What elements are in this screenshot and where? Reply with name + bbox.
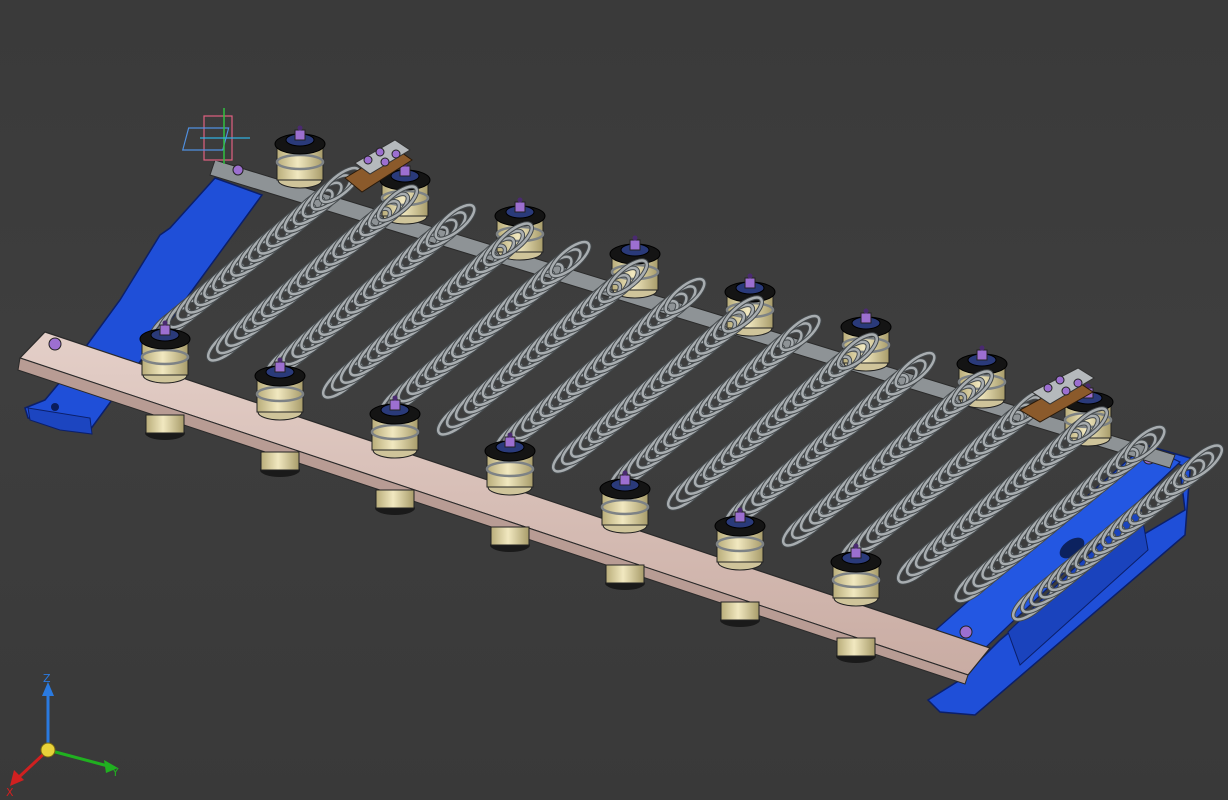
rail-bolt [48, 337, 62, 351]
bolt-icon [976, 349, 988, 361]
front-insulator[interactable] [254, 357, 306, 421]
triad-origin [40, 742, 56, 758]
axis-triad[interactable]: Z Y X [0, 670, 140, 800]
front-insulator[interactable] [830, 543, 882, 607]
lower-standoff [145, 414, 185, 440]
bolt-icon [860, 312, 872, 324]
model-scene[interactable] [0, 0, 1228, 800]
bolt-icon [159, 324, 171, 336]
front-insulator[interactable] [484, 432, 536, 496]
back-insulator[interactable] [274, 125, 326, 189]
y-axis-line [47, 748, 109, 768]
bolt-icon [274, 361, 286, 373]
bolt-icon [629, 239, 641, 251]
bolt-icon [504, 436, 516, 448]
bolt-icon [744, 277, 756, 289]
cad-viewport[interactable]: Z Y X [0, 0, 1228, 800]
bolt-icon [850, 547, 862, 559]
lower-standoff [490, 526, 530, 552]
back-insulator[interactable] [494, 197, 546, 261]
mounting-hole [51, 403, 59, 411]
lower-standoff [720, 601, 760, 627]
bolt-icon [619, 474, 631, 486]
lower-standoff [375, 489, 415, 515]
lower-standoff [260, 451, 300, 477]
front-insulator[interactable] [714, 507, 766, 571]
bolt-icon [514, 201, 526, 213]
lower-standoff [605, 564, 645, 590]
bolt-icon [389, 399, 401, 411]
front-insulator[interactable] [599, 470, 651, 534]
front-insulator[interactable] [369, 395, 421, 459]
z-axis-label: Z [43, 672, 51, 685]
x-axis-label: X [6, 786, 14, 799]
bolt-icon [294, 129, 306, 141]
bolt-icon [734, 511, 746, 523]
y-axis-label: Y [111, 766, 119, 779]
bracket-bolt [959, 625, 973, 639]
bolt-icon [399, 165, 411, 177]
lower-standoff [836, 637, 876, 663]
